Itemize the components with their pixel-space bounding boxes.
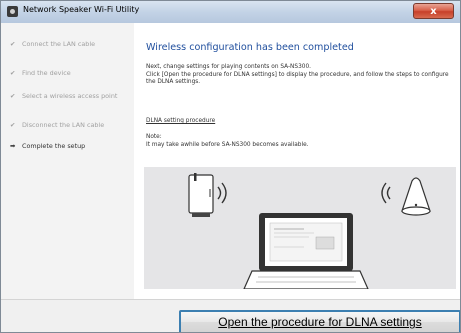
setup-illustration [144, 167, 456, 290]
app-icon [7, 6, 18, 17]
step-label: Disconnect the LAN cable [22, 121, 105, 129]
step-label: Find the device [22, 69, 71, 77]
footer-bar: Open the procedure for DLNA settings [1, 299, 460, 332]
checkmark-icon: ✔ [10, 69, 16, 77]
laptop-icon [243, 213, 369, 290]
illustration-svg [188, 173, 431, 290]
checkmark-icon: ✔ [10, 121, 16, 129]
wifi-signal-icon [217, 182, 227, 204]
instruction-line: Click [Open the procedure for DLNA setti… [146, 71, 449, 86]
note-label: Note: [146, 134, 162, 140]
open-dlna-procedure-button[interactable]: Open the procedure for DLNA settings [179, 310, 460, 332]
router-icon [188, 173, 214, 217]
step-sidebar: ✔ Connect the LAN cable ✔ Find the devic… [1, 23, 134, 299]
close-button[interactable]: x [413, 3, 454, 19]
arrow-right-icon: ➡ [10, 142, 16, 150]
window-title: Network Speaker Wi-Fi Utility [23, 5, 140, 14]
checkmark-icon: ✔ [10, 40, 16, 48]
dlna-procedure-link[interactable]: DLNA setting procedure [146, 118, 215, 124]
instruction-line: Next, change settings for playing conten… [146, 64, 311, 70]
page-title: Wireless configuration has been complete… [146, 42, 354, 53]
step-label: Connect the LAN cable [22, 40, 96, 48]
checkmark-icon: ✔ [10, 92, 16, 100]
main-panel: Wireless configuration has been complete… [134, 23, 460, 299]
instructions: Next, change settings for playing conten… [146, 64, 458, 87]
wifi-signal-icon [381, 182, 391, 204]
step-label: Select a wireless access point [22, 92, 118, 100]
utility-window: Network Speaker Wi-Fi Utility x ✔ Connec… [0, 0, 461, 333]
note-text: It may take awhile before SA-NS300 becom… [146, 141, 309, 148]
speaker-icon [401, 177, 431, 216]
note: Note: It may take awhile before SA-NS300… [146, 134, 446, 149]
step-label: Complete the setup [22, 142, 86, 150]
title-bar[interactable]: Network Speaker Wi-Fi Utility x [1, 1, 460, 24]
